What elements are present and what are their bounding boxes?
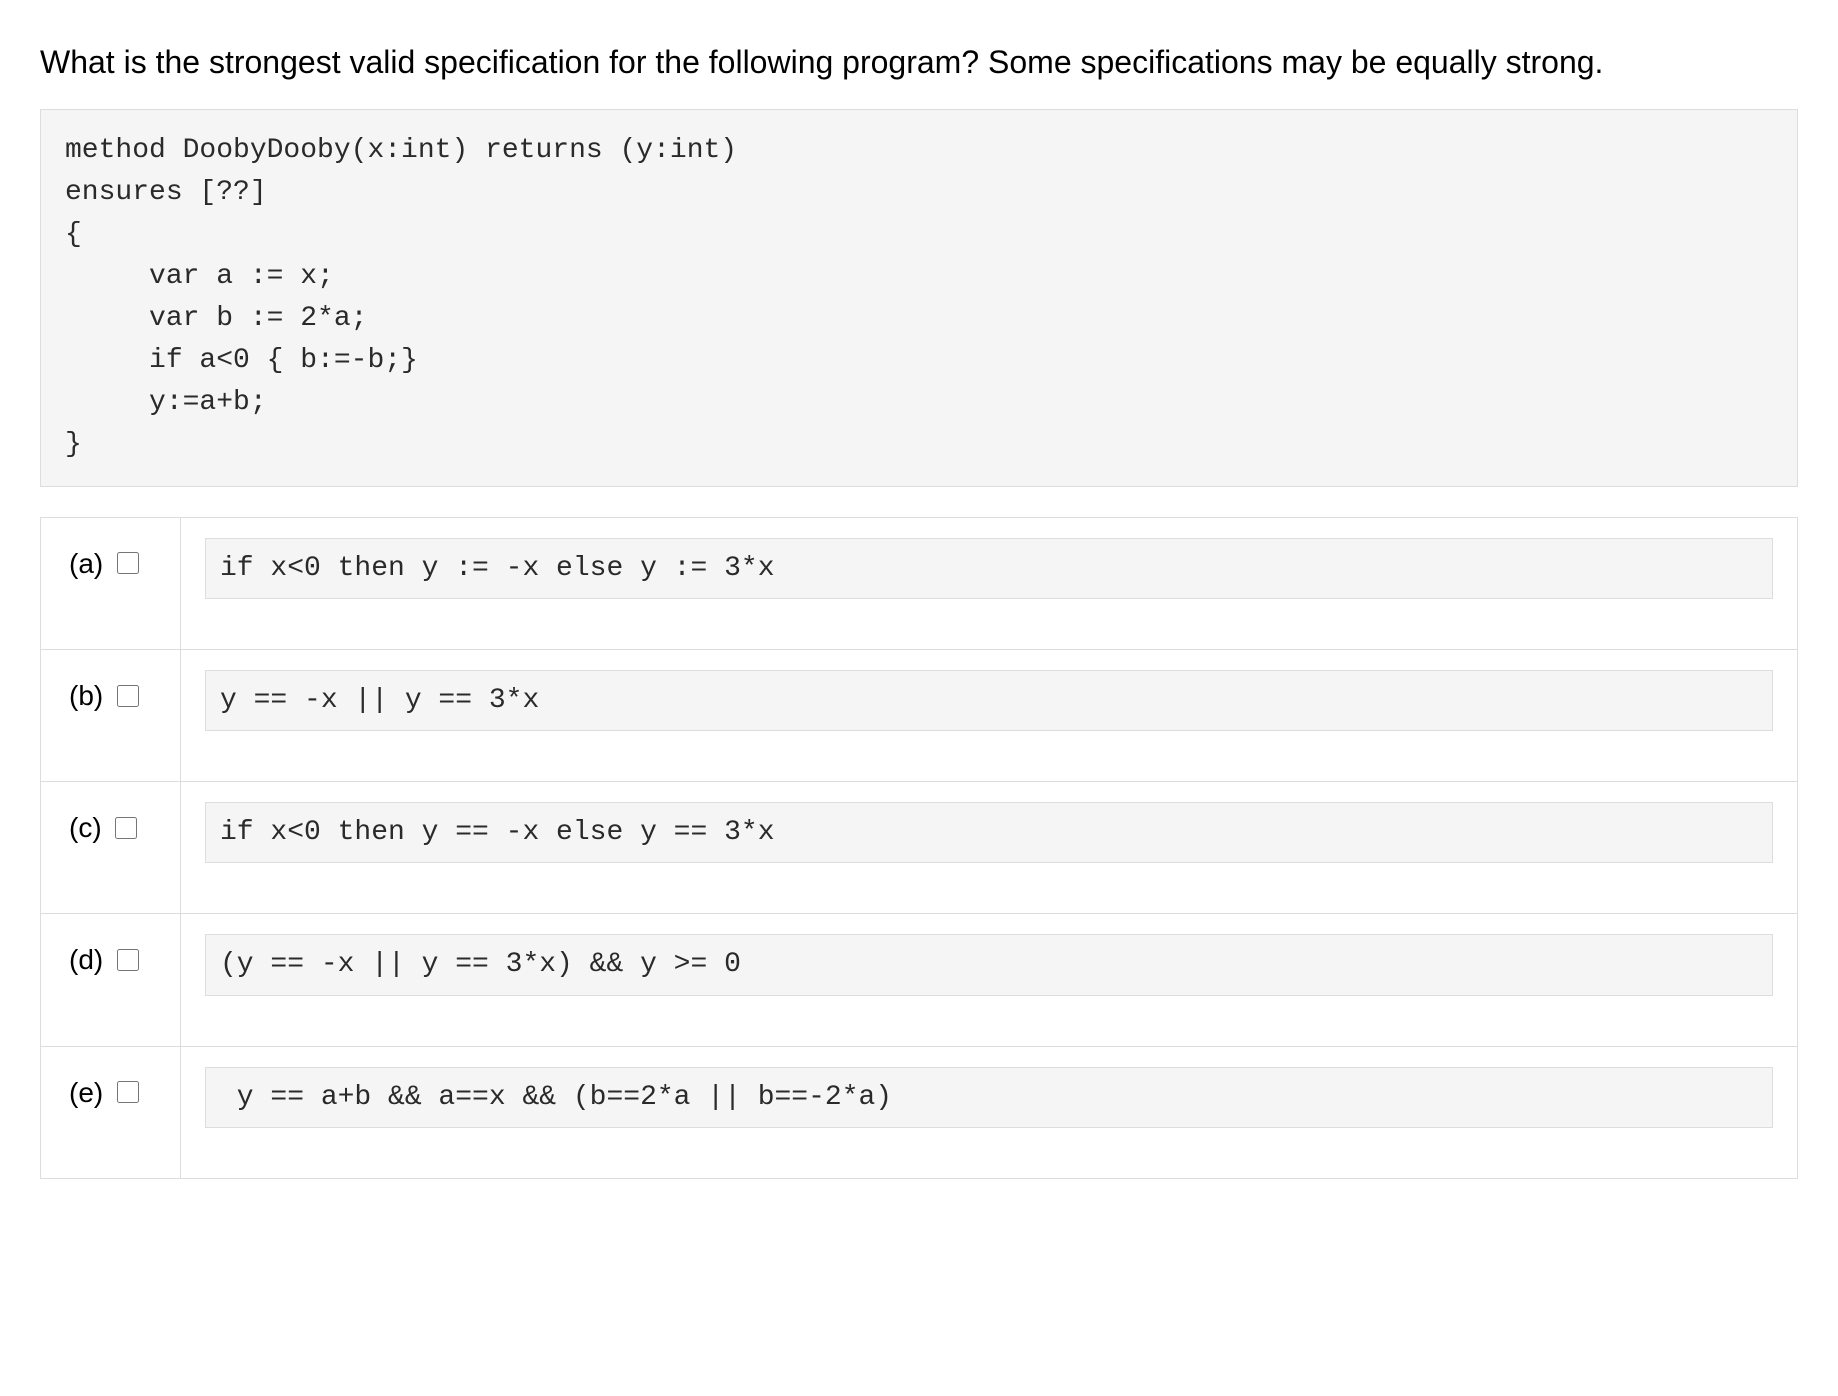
option-label-b: (b) <box>69 680 103 711</box>
option-row: (c) if x<0 then y == -x else y == 3*x <box>41 782 1798 914</box>
option-row: (a) if x<0 then y := -x else y := 3*x <box>41 517 1798 649</box>
option-code-e: y == a+b && a==x && (b==2*a || b==-2*a) <box>205 1067 1773 1128</box>
option-checkbox-e[interactable] <box>117 1081 139 1103</box>
question-text: What is the strongest valid specificatio… <box>40 40 1798 85</box>
option-code-b: y == -x || y == 3*x <box>205 670 1773 731</box>
option-label-c: (c) <box>69 812 102 843</box>
option-label-a: (a) <box>69 548 103 579</box>
option-label-d: (d) <box>69 944 103 975</box>
program-code-block: method DoobyDooby(x:int) returns (y:int)… <box>40 109 1798 487</box>
option-code-a: if x<0 then y := -x else y := 3*x <box>205 538 1773 599</box>
option-row: (e) y == a+b && a==x && (b==2*a || b==-2… <box>41 1046 1798 1178</box>
option-code-d: (y == -x || y == 3*x) && y >= 0 <box>205 934 1773 995</box>
option-checkbox-d[interactable] <box>117 949 139 971</box>
option-row: (b) y == -x || y == 3*x <box>41 649 1798 781</box>
option-checkbox-a[interactable] <box>117 552 139 574</box>
options-table: (a) if x<0 then y := -x else y := 3*x (b… <box>40 517 1798 1179</box>
option-label-e: (e) <box>69 1077 103 1108</box>
option-code-c: if x<0 then y == -x else y == 3*x <box>205 802 1773 863</box>
option-checkbox-c[interactable] <box>115 817 137 839</box>
option-checkbox-b[interactable] <box>117 685 139 707</box>
option-row: (d) (y == -x || y == 3*x) && y >= 0 <box>41 914 1798 1046</box>
